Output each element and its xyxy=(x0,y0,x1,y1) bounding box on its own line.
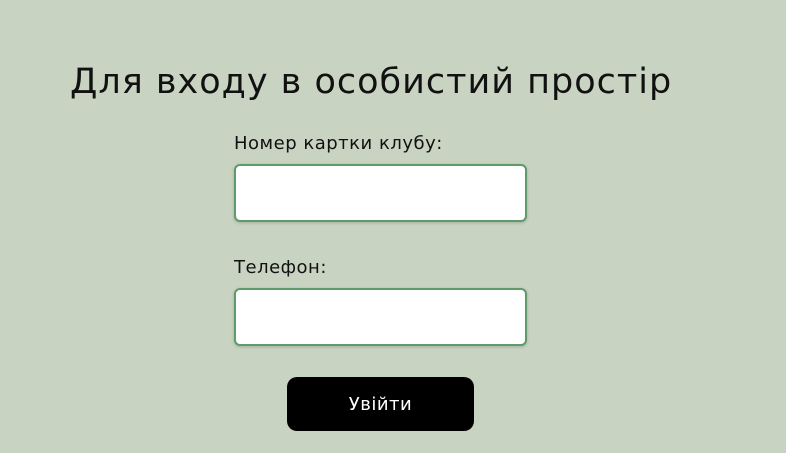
card-number-label: Номер картки клубу: xyxy=(234,133,443,154)
card-number-group: Номер картки клубу: xyxy=(234,132,527,222)
login-button[interactable]: Увійти xyxy=(287,377,474,431)
login-form: Номер картки клубу: Телефон: xyxy=(234,132,527,346)
page-title: Для входу в особистий простір xyxy=(70,62,673,102)
phone-group: Телефон: xyxy=(234,256,527,346)
phone-input[interactable] xyxy=(234,288,527,346)
phone-label: Телефон: xyxy=(234,257,327,278)
card-number-input[interactable] xyxy=(234,164,527,222)
